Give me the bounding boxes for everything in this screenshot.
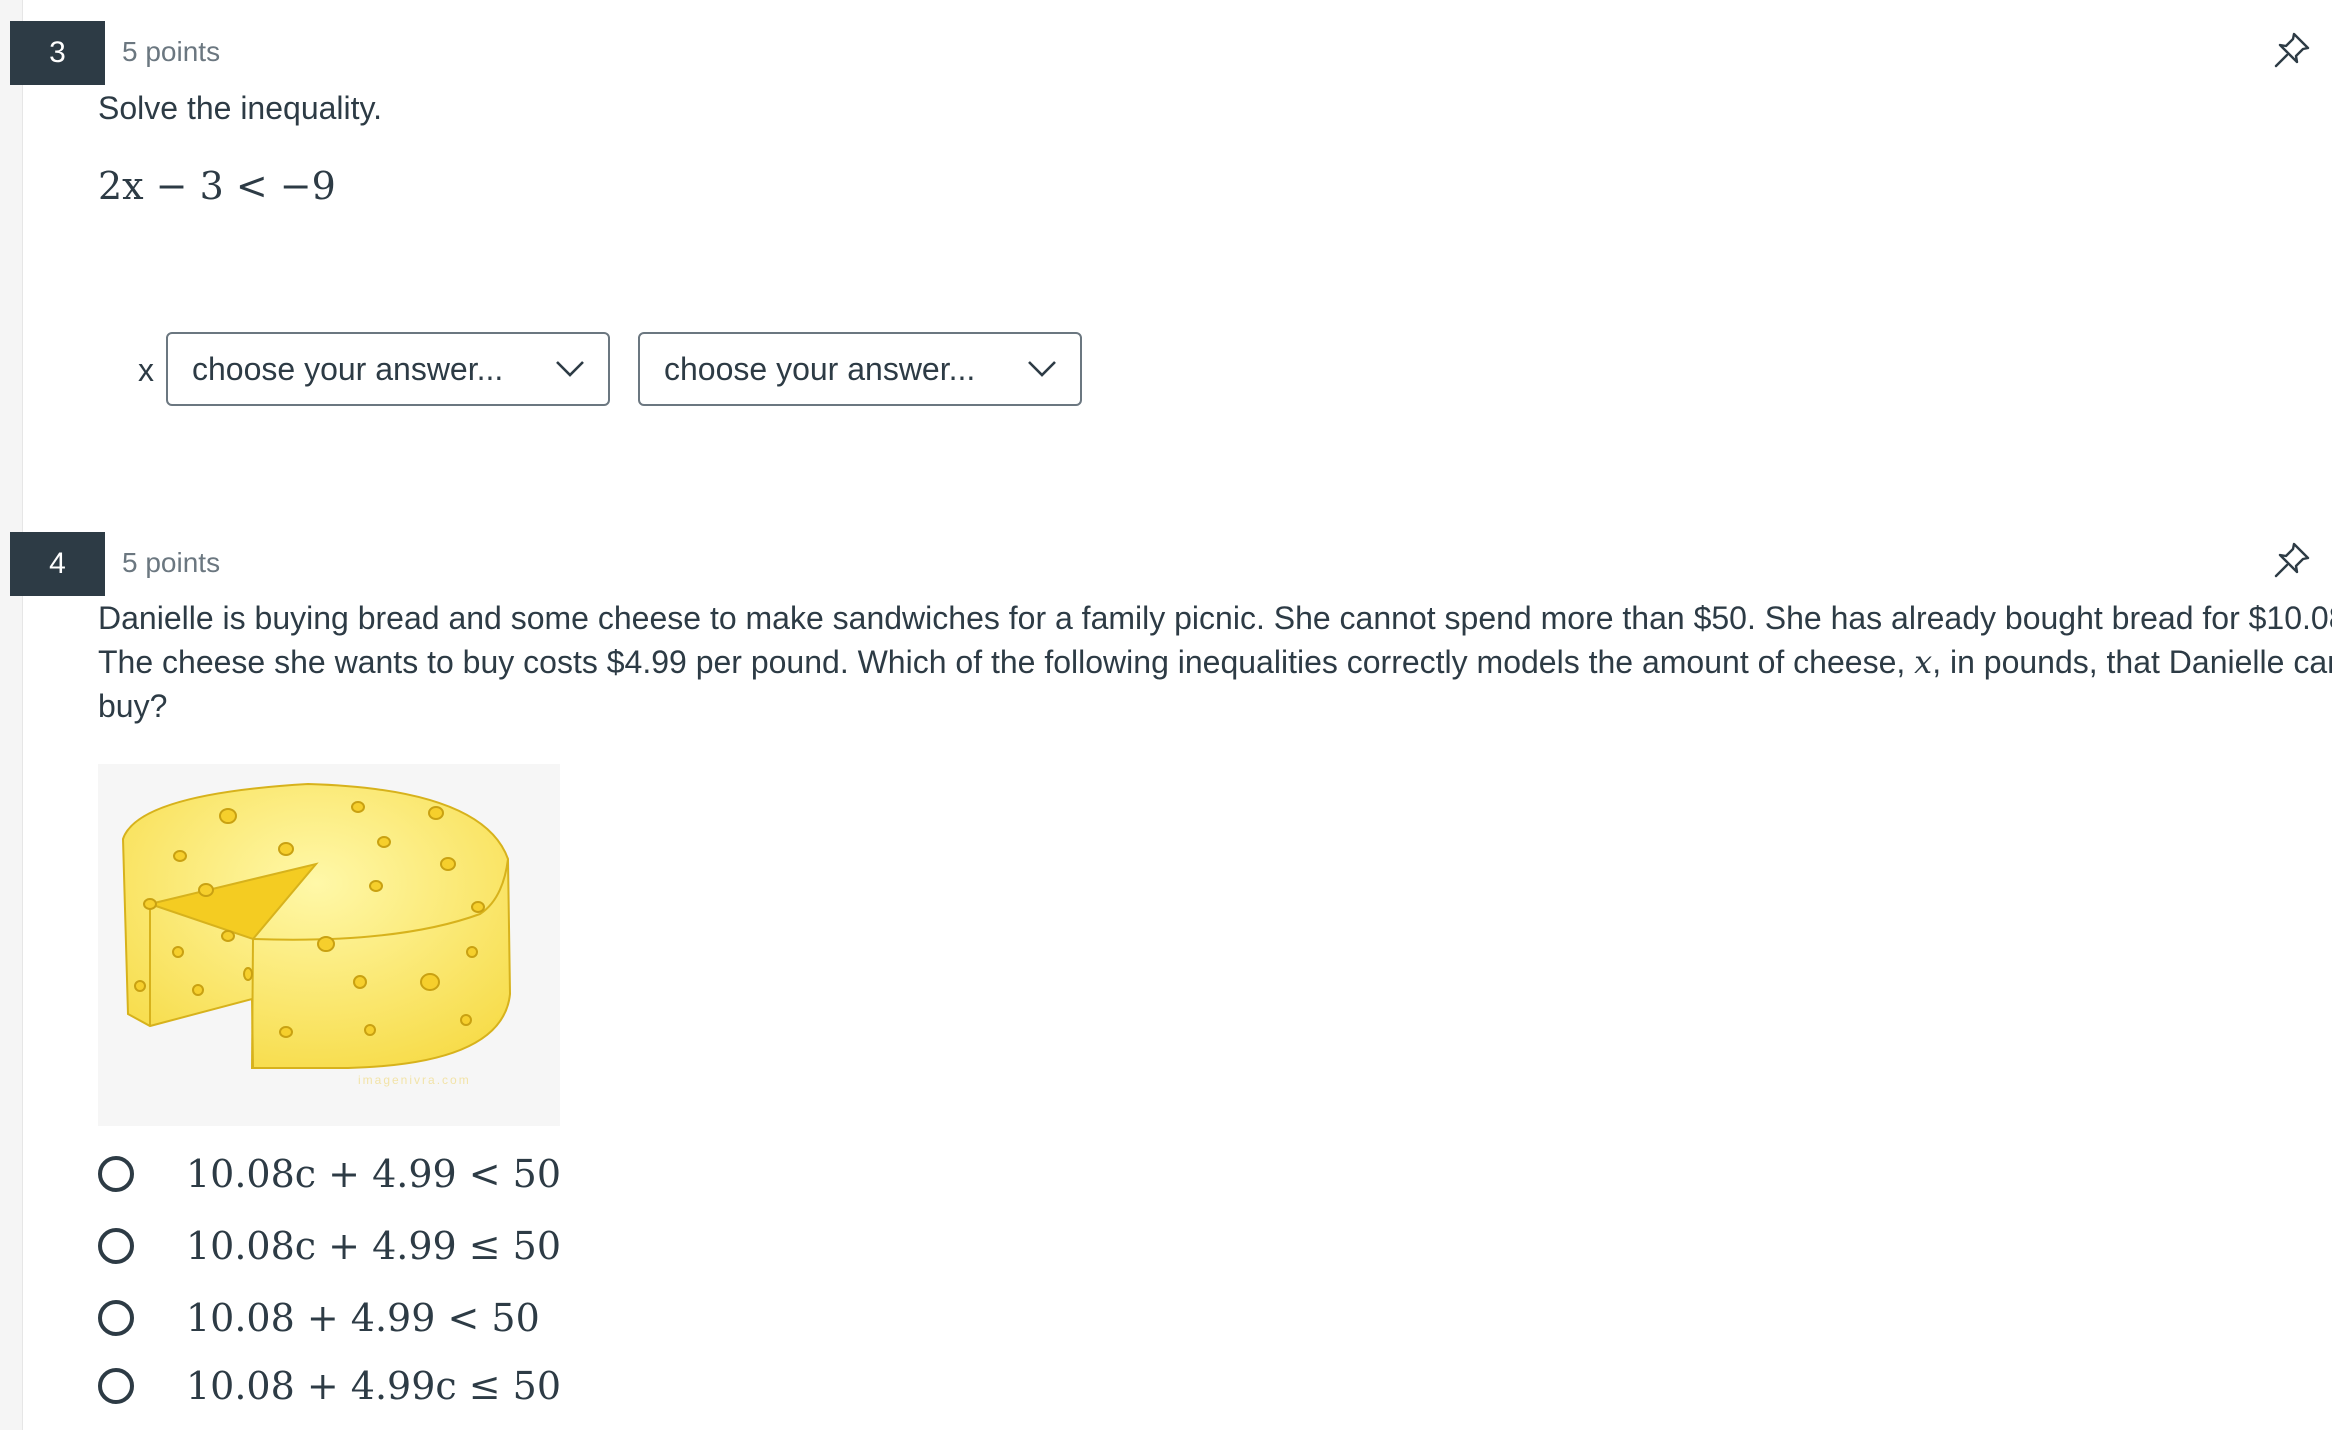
answer-option-label: 10.08c + 4.99 ≤ 50 [186, 1224, 562, 1268]
inequality-sign-select[interactable]: choose your answer... [166, 332, 610, 406]
question-3-number: 3 [10, 21, 105, 85]
left-rail [0, 0, 23, 1430]
radio-icon[interactable] [98, 1368, 134, 1404]
answer-option-label: 10.08 + 4.99 < 50 [186, 1296, 540, 1340]
question-3-equation: 2x − 3 < −9 [98, 164, 336, 208]
question-4-prompt-line-2: The cheese she wants to buy costs $4.99 … [98, 643, 2332, 681]
answer-option[interactable]: 10.08c + 4.99 < 50 [98, 1146, 561, 1202]
pin-icon[interactable] [2272, 30, 2312, 70]
select-2-value: choose your answer... [664, 350, 976, 387]
answer-option[interactable]: 10.08 + 4.99c ≤ 50 [98, 1358, 561, 1414]
chevron-down-icon [1028, 361, 1056, 377]
radio-icon[interactable] [98, 1156, 134, 1192]
answer-option-label: 10.08 + 4.99c ≤ 50 [186, 1364, 562, 1408]
answer-value-select[interactable]: choose your answer... [638, 332, 1082, 406]
image-watermark: imagenivra.com [358, 1073, 471, 1087]
question-3-points: 5 points [122, 36, 221, 67]
radio-icon[interactable] [98, 1300, 134, 1336]
radio-icon[interactable] [98, 1228, 134, 1264]
cheese-image: imagenivra.com [98, 764, 560, 1126]
answer-option[interactable]: 10.08c + 4.99 ≤ 50 [98, 1218, 561, 1274]
chevron-down-icon [556, 361, 584, 377]
question-4-prompt-line-1: Danielle is buying bread and some cheese… [98, 600, 2332, 636]
variable-label: x [138, 352, 154, 388]
question-4-points: 5 points [122, 547, 221, 578]
pin-icon[interactable] [2272, 540, 2312, 580]
variable-x: x [1914, 643, 1933, 681]
answer-option[interactable]: 10.08 + 4.99 < 50 [98, 1290, 540, 1346]
answer-option-label: 10.08c + 4.99 < 50 [186, 1152, 562, 1196]
question-3-prompt: Solve the inequality. [98, 90, 383, 126]
question-4-number: 4 [10, 532, 105, 596]
select-1-value: choose your answer... [192, 350, 504, 387]
question-4-prompt-line-3: buy? [98, 688, 168, 724]
